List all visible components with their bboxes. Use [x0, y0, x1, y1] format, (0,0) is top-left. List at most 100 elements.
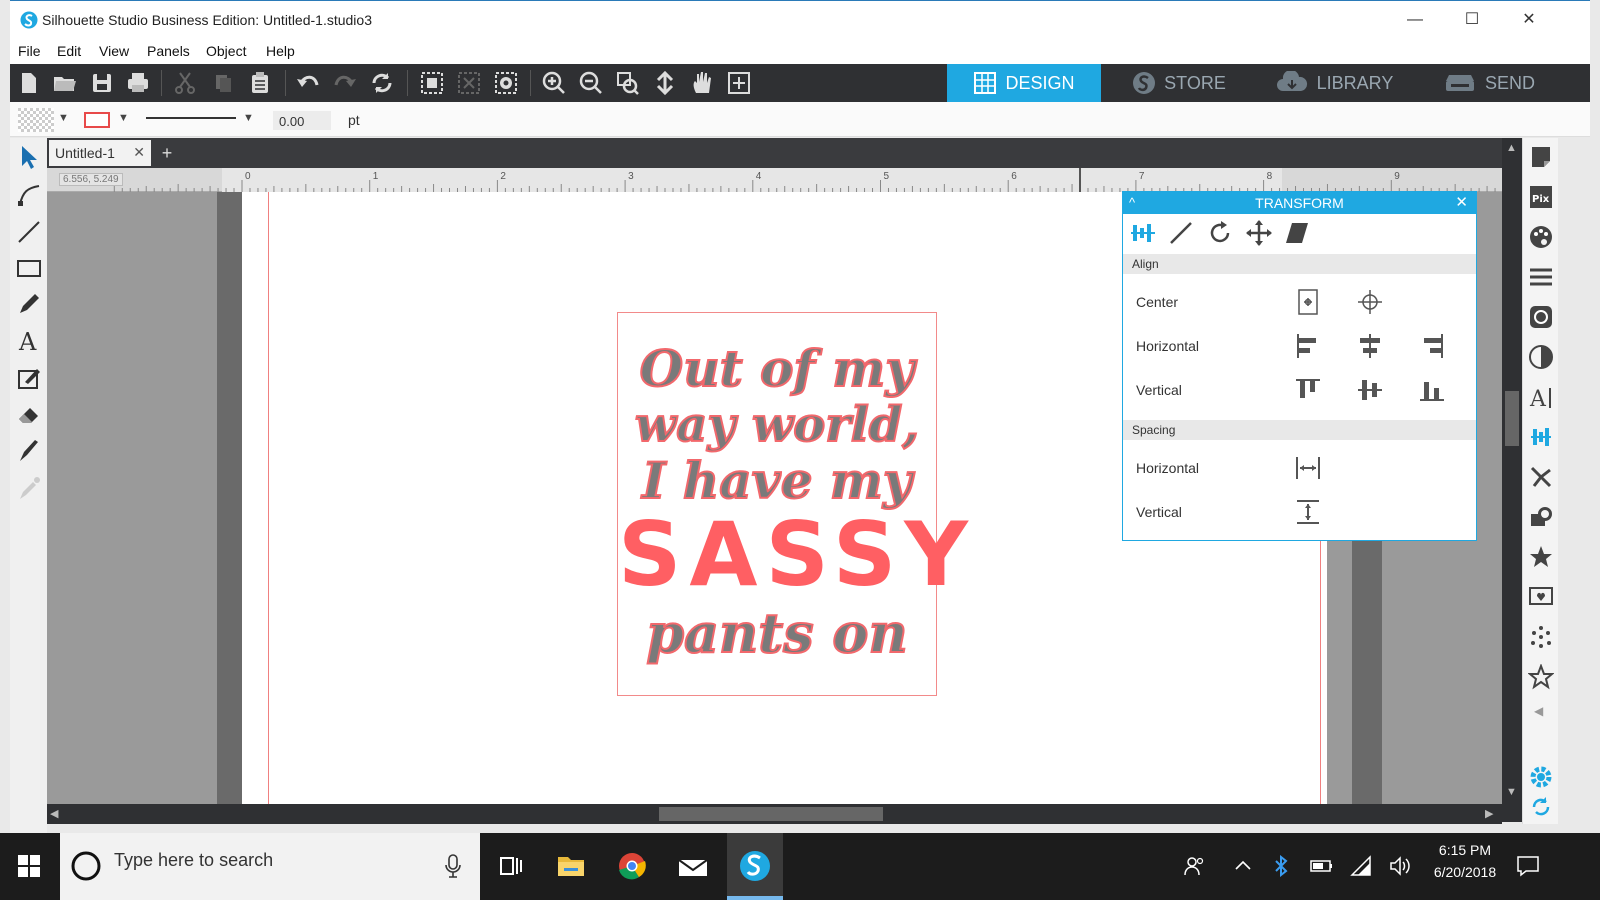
center-to-page-icon[interactable] [1293, 287, 1323, 317]
align-bottom-icon[interactable] [1417, 375, 1447, 405]
menu-help[interactable]: Help [266, 43, 295, 59]
menu-panels[interactable]: Panels [147, 43, 190, 59]
microphone-icon[interactable] [445, 854, 461, 878]
pan-hand-icon[interactable] [687, 69, 717, 97]
scroll-up-icon[interactable]: ▲ [1506, 142, 1517, 154]
save-icon[interactable] [87, 69, 117, 97]
tab-library[interactable]: LIBRARY [1257, 64, 1411, 102]
line-color-dropdown-icon[interactable]: ▼ [118, 112, 129, 124]
minimize-button[interactable]: — [1393, 7, 1437, 33]
tab-store[interactable]: STORE [1102, 64, 1256, 102]
space-vertically-icon[interactable] [1293, 497, 1323, 527]
print-icon[interactable] [123, 69, 153, 97]
align-right-icon[interactable] [1417, 331, 1447, 361]
action-center-icon[interactable] [1516, 855, 1540, 877]
rectangle-tool-icon[interactable] [15, 254, 43, 282]
refresh-icon[interactable] [367, 69, 397, 97]
settings-gear-icon[interactable] [1528, 764, 1554, 790]
menu-edit[interactable]: Edit [57, 43, 81, 59]
horizontal-scroll-thumb[interactable] [659, 807, 883, 821]
gradient-icon[interactable] [1528, 344, 1554, 370]
add-tab-button[interactable]: + [155, 140, 179, 166]
move-tab-icon[interactable] [1244, 218, 1274, 248]
volume-icon[interactable] [1388, 855, 1412, 877]
replicate-icon[interactable] [1528, 464, 1554, 490]
point-edit-icon[interactable] [15, 180, 43, 208]
line-tool-icon[interactable] [15, 218, 43, 246]
people-icon[interactable] [1183, 855, 1205, 877]
zoom-select-icon[interactable] [613, 69, 643, 97]
close-tab-icon[interactable]: ✕ [133, 144, 145, 161]
bluetooth-icon[interactable] [1272, 855, 1290, 877]
paste-icon[interactable] [245, 69, 275, 97]
scale-tab-icon[interactable] [1166, 218, 1196, 248]
line-style-preview[interactable] [146, 117, 236, 121]
tab-design[interactable]: DESIGN [947, 64, 1101, 102]
select-arrow-icon[interactable] [15, 143, 43, 171]
menu-file[interactable]: File [18, 43, 41, 59]
vertical-scroll-thumb[interactable] [1505, 391, 1519, 446]
zoom-in-icon[interactable] [539, 69, 569, 97]
collapse-panel-button[interactable]: ^ [1129, 192, 1135, 214]
taskbar-search-box[interactable]: Type here to search [60, 833, 480, 900]
eyedropper-tool-icon[interactable] [15, 474, 43, 502]
copy-icon[interactable] [208, 69, 238, 97]
line-style-icon[interactable] [1528, 264, 1554, 290]
battery-icon[interactable] [1310, 857, 1334, 875]
wifi-icon[interactable] [1350, 855, 1374, 877]
line-color-swatch[interactable] [84, 112, 110, 128]
transform-panel-header[interactable]: ^ TRANSFORM ✕ [1123, 192, 1476, 214]
silhouette-studio-taskbar-icon[interactable] [732, 843, 778, 889]
trace-icon[interactable] [1528, 584, 1554, 610]
maximize-button[interactable]: ☐ [1450, 7, 1494, 33]
image-edit-tool-icon[interactable] [15, 364, 43, 392]
rotate-tab-icon[interactable] [1205, 218, 1235, 248]
eraser-tool-icon[interactable] [15, 400, 43, 428]
favorites-star-icon[interactable] [1528, 664, 1554, 690]
fill-pattern-icon[interactable] [1528, 304, 1554, 330]
modify-icon[interactable] [1528, 504, 1554, 530]
sketch-dots-icon[interactable] [1528, 624, 1554, 650]
mail-icon[interactable] [670, 843, 716, 889]
align-tab-icon[interactable] [1128, 218, 1158, 248]
sync-icon[interactable] [1528, 794, 1554, 820]
align-center-icon[interactable] [1355, 331, 1385, 361]
fit-to-page-icon[interactable] [650, 69, 680, 97]
document-tab[interactable]: Untitled-1 ✕ [49, 140, 151, 166]
task-view-icon[interactable] [487, 843, 533, 889]
scroll-right-icon[interactable]: ▶ [1485, 807, 1493, 820]
fill-pattern-swatch[interactable] [18, 108, 54, 132]
windows-start-icon[interactable] [18, 855, 40, 877]
page-setup-icon[interactable] [1528, 144, 1554, 170]
ungroup-icon[interactable] [454, 69, 484, 97]
horizontal-scrollbar[interactable]: ◀ ▶ [47, 804, 1502, 824]
center-objects-icon[interactable] [1355, 287, 1385, 317]
align-top-icon[interactable] [1293, 375, 1323, 405]
vertical-scrollbar[interactable]: ▲ ▼ [1502, 138, 1522, 822]
menu-view[interactable]: View [99, 43, 129, 59]
file-explorer-icon[interactable] [548, 843, 594, 889]
undo-icon[interactable] [293, 69, 323, 97]
compound-path-icon[interactable] [491, 69, 521, 97]
close-panel-button[interactable]: ✕ [1455, 192, 1468, 214]
fill-dropdown-icon[interactable]: ▼ [58, 112, 69, 124]
close-window-button[interactable]: ✕ [1507, 7, 1551, 33]
text-style-icon[interactable]: A [1528, 384, 1554, 410]
line-width-input[interactable]: 0.00 [273, 111, 331, 130]
transform-panel-icon[interactable] [1528, 424, 1554, 450]
group-icon[interactable] [417, 69, 447, 97]
pixscan-icon[interactable]: Pix [1528, 184, 1554, 210]
align-left-icon[interactable] [1293, 331, 1323, 361]
add-page-icon[interactable] [724, 69, 754, 97]
offset-star-icon[interactable] [1528, 544, 1554, 570]
taskbar-clock[interactable]: 6:15 PM 6/20/2018 [1420, 839, 1510, 883]
align-middle-icon[interactable] [1355, 375, 1385, 405]
space-horizontally-icon[interactable] [1293, 453, 1323, 483]
zoom-out-icon[interactable] [576, 69, 606, 97]
collapse-panel-icon[interactable]: ◀ [1534, 704, 1543, 718]
menu-object[interactable]: Object [206, 43, 246, 59]
show-hidden-icons-chevron-icon[interactable] [1234, 857, 1252, 875]
redo-icon[interactable] [330, 69, 360, 97]
new-document-icon[interactable] [13, 69, 43, 97]
text-tool-icon[interactable]: A [15, 326, 43, 354]
